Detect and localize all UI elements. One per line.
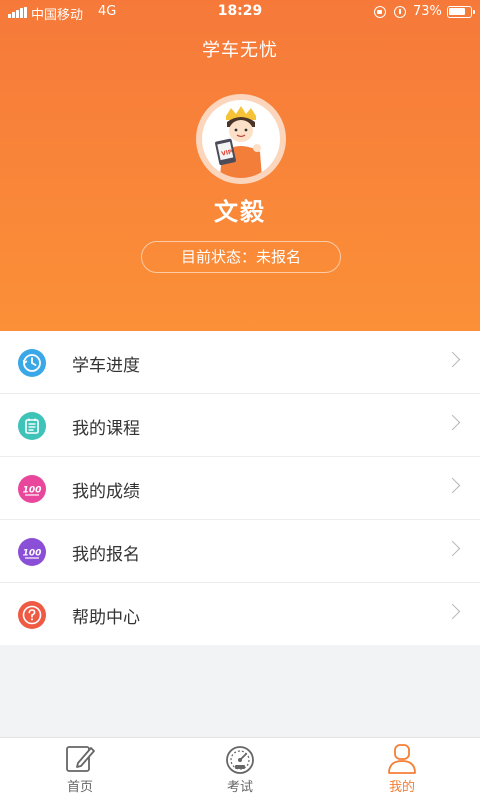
speedometer-icon	[224, 743, 256, 775]
notebook-icon	[18, 412, 46, 440]
profile-menu: 学车进度 我的课程 100 我的成绩 100 我的报名 帮助中心	[0, 331, 480, 645]
alarm-icon	[394, 6, 406, 18]
tab-label: 考试	[226, 780, 253, 795]
chevron-right-icon	[444, 540, 461, 557]
tab-label: 我的	[388, 780, 415, 795]
question-icon	[18, 601, 46, 629]
battery-percent: 73%	[413, 4, 442, 19]
chevron-right-icon	[444, 477, 461, 494]
menu-item-learning-progress[interactable]: 学车进度	[0, 331, 480, 394]
menu-item-help-center[interactable]: 帮助中心	[0, 583, 480, 646]
status-label: 目前状态：	[180, 248, 256, 266]
chevron-right-icon	[444, 603, 461, 620]
chevron-right-icon	[444, 351, 461, 368]
edit-icon	[64, 743, 96, 775]
orientation-lock-icon	[374, 6, 386, 18]
menu-label: 帮助中心	[72, 608, 140, 628]
tab-exam[interactable]: 考试	[200, 738, 280, 800]
chevron-right-icon	[444, 414, 461, 431]
user-name: 文毅	[214, 198, 266, 226]
tab-mine[interactable]: 我的	[362, 738, 442, 800]
menu-label: 学车进度	[72, 356, 140, 376]
status-value: 未报名	[256, 248, 302, 266]
profile-screen: 中国移动 4G 18:29 73% 学车无忧 VIP 文毅 目前状态：未报名 学…	[0, 0, 480, 800]
avatar-ring[interactable]: VIP	[196, 94, 286, 184]
svg-text:100: 100	[23, 549, 42, 559]
score-100-icon: 100	[18, 538, 46, 566]
avatar[interactable]: VIP	[202, 100, 280, 178]
page-title: 学车无忧	[202, 40, 278, 61]
battery-icon	[447, 6, 475, 18]
menu-label: 我的报名	[72, 545, 140, 565]
menu-label: 我的成绩	[72, 482, 140, 502]
bottom-tab-bar: 首页 考试 我的	[0, 737, 480, 800]
profile-header: 中国移动 4G 18:29 73% 学车无忧 VIP 文毅 目前状态：未报名	[0, 0, 480, 331]
menu-item-my-courses[interactable]: 我的课程	[0, 394, 480, 457]
clock-icon	[18, 349, 46, 377]
tab-label: 首页	[66, 780, 93, 795]
clock: 18:29	[217, 3, 263, 19]
svg-text:100: 100	[23, 486, 42, 496]
tab-home[interactable]: 首页	[40, 738, 120, 800]
vip-avatar-icon: VIP	[215, 106, 262, 178]
menu-item-my-scores[interactable]: 100 我的成绩	[0, 457, 480, 520]
menu-label: 我的课程	[72, 419, 140, 439]
user-icon	[386, 743, 418, 775]
score-100-icon: 100	[18, 475, 46, 503]
menu-item-my-registration[interactable]: 100 我的报名	[0, 520, 480, 583]
status-bar: 中国移动 4G 18:29 73%	[0, 0, 480, 24]
registration-status-badge: 目前状态：未报名	[141, 241, 341, 273]
